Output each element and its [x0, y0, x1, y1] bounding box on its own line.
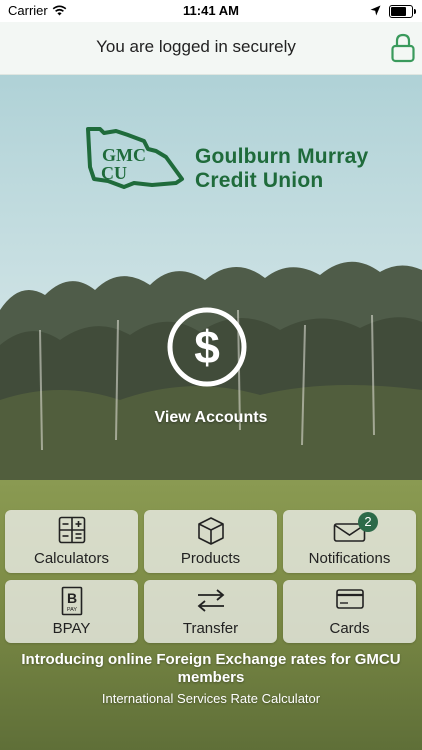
- dollar-icon[interactable]: $: [167, 307, 247, 387]
- battery-level: [391, 7, 406, 16]
- transfer-arrows-icon: [195, 586, 227, 619]
- bpay-label: BPAY: [52, 620, 91, 637]
- secure-login-banner: You are logged in securely: [0, 22, 422, 75]
- cards-label: Cards: [329, 620, 370, 637]
- notifications-label: Notifications: [308, 550, 391, 567]
- notification-count-badge: 2: [358, 512, 378, 532]
- card-icon: [335, 586, 365, 617]
- svg-text:CU: CU: [101, 163, 127, 183]
- notifications-tile[interactable]: 2 Notifications: [283, 510, 416, 573]
- box-icon: [196, 516, 226, 551]
- gmcu-logo-mark: GMC CU: [86, 127, 184, 189]
- transfer-label: Transfer: [182, 620, 239, 637]
- status-bar: Carrier 11:41 AM: [0, 0, 422, 22]
- svg-text:$: $: [194, 321, 220, 373]
- rate-calculator-link[interactable]: International Services Rate Calculator: [0, 691, 422, 706]
- secure-login-text: You are logged in securely: [96, 37, 296, 56]
- credit-union-name-line1: Goulburn Murray: [195, 145, 369, 168]
- svg-text:B: B: [66, 590, 76, 606]
- credit-union-name: Goulburn Murray Credit Union: [195, 145, 368, 193]
- calculators-tile[interactable]: Calculators: [5, 510, 138, 573]
- bpay-icon-text: PAY: [66, 607, 77, 613]
- bpay-tile[interactable]: B PAY BPAY: [5, 580, 138, 643]
- products-tile[interactable]: Products: [144, 510, 277, 573]
- promo-headline[interactable]: Introducing online Foreign Exchange rate…: [20, 651, 402, 687]
- products-label: Products: [180, 550, 241, 567]
- cards-tile[interactable]: Cards: [283, 580, 416, 643]
- battery-icon: [389, 5, 416, 18]
- calculator-icon: [58, 516, 86, 549]
- transfer-tile[interactable]: Transfer: [144, 580, 277, 643]
- svg-text:GMC: GMC: [102, 145, 146, 165]
- view-accounts-button[interactable]: View Accounts: [0, 409, 422, 427]
- calculators-label: Calculators: [33, 550, 110, 567]
- location-arrow-icon: [370, 4, 381, 19]
- bpay-icon: B PAY: [61, 586, 83, 621]
- lock-icon[interactable]: [391, 33, 415, 68]
- clock: 11:41 AM: [183, 3, 239, 18]
- credit-union-name-line2: Credit Union: [195, 169, 324, 192]
